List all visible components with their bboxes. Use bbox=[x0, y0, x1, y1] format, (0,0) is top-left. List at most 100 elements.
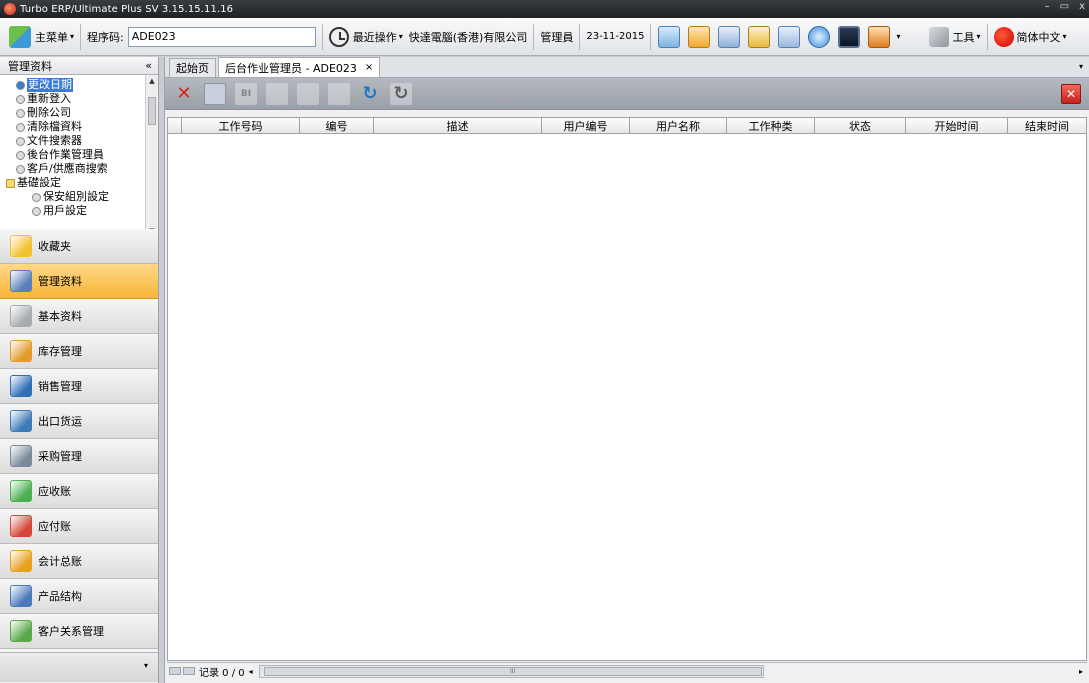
collapse-panel-button[interactable]: « bbox=[145, 59, 152, 72]
main-area: 起始页 后台作业管理员 - ADE023 × ▾ ✕ BI ↻ ↻ ✕ 工作号码… bbox=[164, 57, 1089, 683]
tree-item[interactable]: 保安組別設定 bbox=[6, 190, 158, 204]
nav-item[interactable]: 基本资料 bbox=[0, 299, 158, 334]
nav-item[interactable]: 采购管理 bbox=[0, 439, 158, 474]
program-code-input[interactable] bbox=[127, 26, 316, 47]
tree-item[interactable]: 清除檔資料 bbox=[6, 120, 158, 134]
close-window-button[interactable]: x bbox=[1079, 1, 1085, 12]
nav-item[interactable]: 管理资料 bbox=[0, 264, 158, 299]
column-header[interactable]: 工作号码 bbox=[182, 118, 300, 133]
gear-icon bbox=[16, 122, 25, 132]
tab-list-chevron-icon[interactable]: ▾ bbox=[1079, 62, 1083, 71]
minimize-button[interactable]: – bbox=[1045, 1, 1050, 12]
column-header[interactable]: 结束时间 bbox=[1008, 118, 1086, 133]
column-header[interactable]: 描述 bbox=[374, 118, 542, 133]
tree-structure-icon[interactable] bbox=[748, 25, 771, 48]
nav-footer[interactable]: ▾ bbox=[0, 652, 158, 682]
window-search-icon[interactable] bbox=[778, 25, 801, 48]
refresh-icon[interactable]: ↻ bbox=[359, 83, 381, 105]
column-header[interactable]: 开始时间 bbox=[906, 118, 1008, 133]
tree-item[interactable]: 重新登入 bbox=[6, 92, 158, 106]
refresh-icon[interactable] bbox=[808, 25, 831, 48]
tab-start-page[interactable]: 起始页 bbox=[169, 58, 216, 77]
company-name[interactable]: 快達電腦(香港)有限公司 bbox=[406, 23, 531, 51]
nav-item[interactable]: 客户关系管理 bbox=[0, 614, 158, 649]
nav-item-label: 基本资料 bbox=[38, 310, 82, 323]
column-header[interactable]: 工作种类 bbox=[727, 118, 815, 133]
delete-document-icon[interactable] bbox=[204, 82, 226, 105]
tools-menu-button[interactable]: 工具 ▾ bbox=[926, 23, 983, 51]
column-header[interactable]: 编号 bbox=[300, 118, 374, 133]
nav-item[interactable]: 出口货运 bbox=[0, 404, 158, 439]
reload-icon[interactable]: ↻ bbox=[390, 82, 412, 105]
scroll-right-arrow-icon[interactable]: ▸ bbox=[1079, 667, 1083, 676]
chart-clock-icon[interactable] bbox=[868, 25, 891, 48]
tree-item[interactable]: 文件搜索器 bbox=[6, 134, 158, 148]
scroll-left-arrow-icon[interactable]: ◂ bbox=[249, 667, 253, 676]
row-selector-header bbox=[168, 118, 182, 133]
scroll-thumb[interactable]: III bbox=[263, 666, 762, 676]
gear-icon bbox=[16, 94, 25, 104]
preview-icon[interactable] bbox=[266, 82, 288, 105]
divider bbox=[533, 23, 535, 50]
nav-item-label: 销售管理 bbox=[38, 380, 82, 393]
chevron-down-icon[interactable]: ▾ bbox=[896, 32, 900, 41]
divider bbox=[321, 23, 323, 50]
maximize-button[interactable]: ▭ bbox=[1060, 1, 1069, 12]
close-tab-icon[interactable]: × bbox=[365, 62, 373, 73]
horizontal-scrollbar[interactable]: III bbox=[258, 664, 764, 678]
column-header[interactable]: 用户名称 bbox=[630, 118, 727, 133]
nav-item[interactable]: 应收账 bbox=[0, 474, 158, 509]
scroll-thumb[interactable] bbox=[148, 97, 156, 125]
recent-operations-button[interactable]: 最近操作 ▾ bbox=[326, 23, 406, 51]
language-label: 简体中文 bbox=[1016, 30, 1061, 44]
gear-icon bbox=[16, 164, 25, 174]
tree-item[interactable]: 用戶設定 bbox=[6, 204, 158, 218]
tree-item[interactable]: 後台作業管理員 bbox=[6, 148, 158, 162]
column-header[interactable]: 状态 bbox=[815, 118, 906, 133]
tree-scrollbar[interactable]: ▲ ▼ bbox=[145, 75, 158, 236]
receivable-icon bbox=[10, 480, 32, 502]
table-header: 工作号码 编号 描述 用户编号 用户名称 工作种类 状态 开始时间 结束时间 bbox=[168, 118, 1086, 134]
close-form-button[interactable]: ✕ bbox=[1061, 84, 1081, 104]
tree-item[interactable]: 更改日期 bbox=[6, 78, 158, 92]
tree-folder[interactable]: 基礎設定 bbox=[6, 176, 158, 190]
home-icon[interactable] bbox=[688, 25, 711, 48]
divider bbox=[986, 23, 988, 50]
delete-icon[interactable]: ✕ bbox=[173, 83, 195, 105]
language-menu-button[interactable]: 简体中文 ▾ bbox=[991, 23, 1070, 51]
clock-icon bbox=[328, 26, 349, 47]
tree-item[interactable]: 刪除公司 bbox=[6, 106, 158, 120]
scroll-up-arrow-icon[interactable]: ▲ bbox=[146, 75, 158, 87]
nav-item[interactable]: 会计总账 bbox=[0, 544, 158, 579]
window-title: Turbo ERP/Ultimate Plus SV 3.15.15.11.16 bbox=[20, 3, 234, 15]
star-icon bbox=[10, 235, 32, 257]
nav-item[interactable]: 应付账 bbox=[0, 509, 158, 544]
save-icon[interactable] bbox=[328, 82, 350, 105]
first-record-button[interactable] bbox=[169, 667, 181, 675]
program-code-group: 程序码: bbox=[84, 23, 319, 51]
left-panel-title: 管理资料 bbox=[8, 59, 52, 73]
tree-item[interactable]: 客戶/供應商搜索 bbox=[6, 162, 158, 176]
current-date[interactable]: 23-11-2015 bbox=[583, 23, 647, 51]
list-icon[interactable] bbox=[718, 25, 741, 48]
monitor-icon[interactable] bbox=[838, 25, 861, 48]
current-user[interactable]: 管理員 bbox=[537, 23, 576, 51]
sales-icon bbox=[10, 375, 32, 397]
search-doc-icon[interactable] bbox=[658, 25, 681, 48]
tab-background-job-manager[interactable]: 后台作业管理员 - ADE023 × bbox=[218, 57, 381, 77]
main-menu-button[interactable]: 主菜单 ▾ bbox=[6, 23, 77, 51]
nav-item-label: 出口货运 bbox=[38, 415, 82, 428]
print-icon[interactable] bbox=[297, 82, 319, 105]
nav-item[interactable]: 收藏夹 bbox=[0, 229, 158, 264]
bi-icon[interactable]: BI bbox=[235, 82, 257, 105]
module-navigation: 收藏夹管理资料基本资料库存管理销售管理出口货运采购管理 应收账 应付账 会计总账 产品结… bbox=[0, 229, 158, 649]
admin-user-icon bbox=[10, 270, 32, 292]
nav-item[interactable]: 销售管理 bbox=[0, 369, 158, 404]
nav-item[interactable]: 产品结构 bbox=[0, 579, 158, 614]
function-tree: 更改日期 重新登入 刪除公司 清除檔資料 文件搜索器 後台作業管理員 客戶/供應… bbox=[0, 75, 158, 237]
nav-item[interactable]: 库存管理 bbox=[0, 334, 158, 369]
nav-item-label: 库存管理 bbox=[38, 345, 82, 358]
nav-item-label: 管理资料 bbox=[38, 275, 82, 288]
column-header[interactable]: 用户编号 bbox=[542, 118, 630, 133]
prev-record-button[interactable] bbox=[183, 667, 195, 675]
